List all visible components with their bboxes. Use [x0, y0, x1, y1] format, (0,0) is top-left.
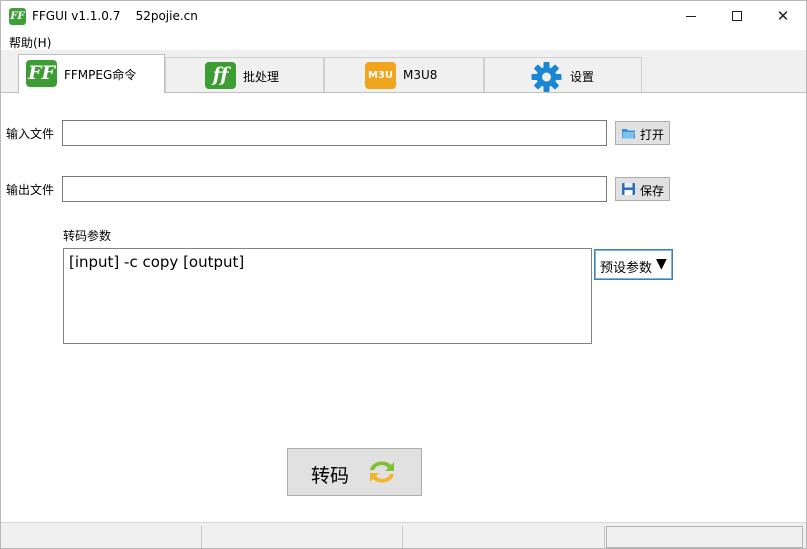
maximize-icon: [732, 11, 742, 21]
output-file-field[interactable]: [62, 176, 607, 202]
tab-batch[interactable]: ff 批处理: [165, 57, 324, 92]
tab-label: 设置: [570, 70, 595, 84]
save-button[interactable]: 保存: [615, 177, 670, 201]
app-icon: FF: [9, 8, 26, 25]
minimize-button[interactable]: [668, 1, 714, 32]
input-file-label: 输入文件: [6, 127, 55, 141]
dropdown-arrow-icon: ▼: [656, 256, 667, 272]
close-icon: ✕: [776, 7, 790, 25]
status-progress-pane: [606, 526, 803, 548]
tab-label: 批处理: [243, 70, 280, 84]
status-bar: [1, 522, 806, 548]
tab-settings[interactable]: 设置: [484, 57, 642, 92]
open-button[interactable]: 打开: [615, 121, 670, 145]
convert-button-label: 转码: [311, 465, 350, 487]
preset-params-label: 预设参数: [600, 261, 653, 276]
preset-params-button[interactable]: 预设参数 ▼: [594, 249, 673, 280]
convert-button[interactable]: 转码: [287, 448, 422, 496]
status-pane: [1, 526, 202, 548]
open-button-label: 打开: [640, 128, 665, 142]
folder-open-icon: [622, 129, 635, 139]
status-pane: [403, 526, 605, 548]
close-button[interactable]: ✕: [760, 1, 806, 32]
m3u-icon: M3U: [365, 62, 396, 89]
title-bar[interactable]: FF FFGUI v1.1.0.7 52pojie.cn ✕: [1, 1, 806, 32]
menu-help[interactable]: 帮助(H): [9, 34, 51, 51]
gear-icon: [531, 62, 562, 92]
app-window: FF FFGUI v1.1.0.7 52pojie.cn ✕ 帮助(H) FF …: [0, 0, 807, 549]
tab-label: M3U8: [403, 68, 438, 82]
input-file-field[interactable]: [62, 120, 607, 146]
params-textarea[interactable]: [input] -c copy [output]: [63, 248, 592, 344]
maximize-button[interactable]: [714, 1, 760, 32]
params-label: 转码参数: [63, 229, 112, 243]
status-pane: [202, 526, 403, 548]
tab-label: FFMPEG命令: [64, 68, 137, 82]
refresh-arrows-icon: [370, 461, 394, 483]
save-disk-icon: [622, 183, 635, 195]
ffmpeg-command-panel: 输入文件 打开 输出文件 保存 转码参数 [input] -c copy [ou…: [1, 92, 806, 522]
ff-batch-icon: ff: [205, 62, 236, 89]
tab-m3u8[interactable]: M3U M3U8: [324, 57, 484, 92]
save-button-label: 保存: [640, 184, 665, 198]
tab-strip: FF FFMPEG命令 ff 批处理 M3U M3U8 设置: [1, 50, 806, 93]
tab-ffmpeg-command[interactable]: FF FFMPEG命令: [18, 54, 165, 93]
minimize-icon: [686, 16, 696, 17]
ff-logo-icon: FF: [26, 60, 57, 87]
window-title: FFGUI v1.1.0.7 52pojie.cn: [32, 9, 198, 23]
output-file-label: 输出文件: [6, 183, 55, 197]
menu-bar: 帮助(H): [1, 32, 806, 50]
